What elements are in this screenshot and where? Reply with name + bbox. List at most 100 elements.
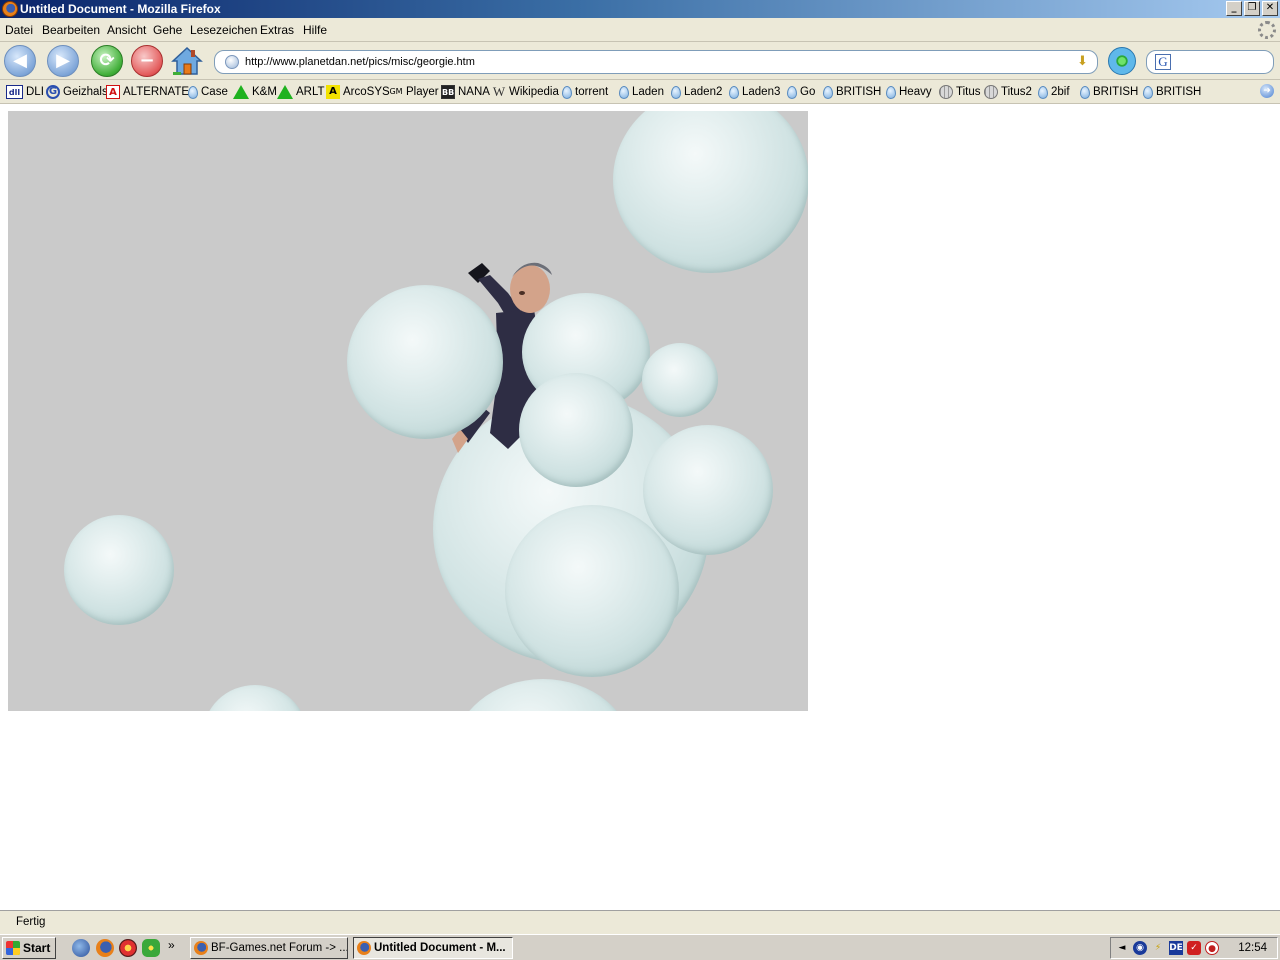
antivirus-icon[interactable]: ✓	[1187, 941, 1201, 955]
status-bar: Fertig	[0, 910, 1280, 934]
back-button[interactable]: ◀	[4, 45, 36, 77]
bubble	[613, 111, 808, 273]
quicklaunch-media-icon[interactable]	[119, 939, 137, 957]
bookmark-british-3[interactable]: BRITISH	[1143, 84, 1201, 100]
back-arrow-icon: ◀	[13, 50, 27, 71]
bookmark-laden3[interactable]: Laden3	[729, 84, 780, 100]
bookmark-laden2[interactable]: Laden2	[671, 84, 722, 100]
firefox-icon	[2, 1, 18, 17]
bubble	[347, 285, 503, 439]
stop-button[interactable]: −	[131, 45, 163, 77]
bookmark-british[interactable]: BRITISH	[823, 84, 881, 100]
menu-ansicht[interactable]: Ansicht	[107, 23, 146, 37]
windows-logo-icon	[6, 941, 20, 955]
bookmark-case[interactable]: Case	[188, 84, 228, 100]
pin-icon	[1080, 85, 1090, 99]
gm-icon: GM	[389, 87, 403, 96]
pin-icon	[823, 85, 833, 99]
menu-bearbeiten[interactable]: Bearbeiten	[42, 23, 100, 37]
bookmark-go[interactable]: Go	[787, 84, 815, 100]
bookmark-heavy[interactable]: Heavy	[886, 84, 932, 100]
quicklaunch-app-icon[interactable]	[72, 939, 90, 957]
menu-gehe[interactable]: Gehe	[153, 23, 182, 37]
navigation-toolbar: ◀ ▶ ⟳ − http://www.planetdan.net/pics/mi…	[0, 42, 1280, 80]
bookmark-wikipedia[interactable]: W Wikipedia	[492, 84, 559, 100]
menu-bar: Datei Bearbeiten Ansicht Gehe Lesezeiche…	[0, 18, 1280, 42]
bookmark-player[interactable]: GM Player	[389, 84, 438, 100]
bookmark-british-2[interactable]: BRITISH	[1080, 84, 1138, 100]
bubble	[642, 343, 718, 417]
bookmark-alternate[interactable]: A ALTERNATE	[106, 84, 189, 100]
power-icon[interactable]: ⚡	[1151, 941, 1165, 955]
bookmarks-overflow-icon[interactable]: ➜	[1260, 84, 1274, 98]
maximize-button[interactable]: ❐	[1244, 1, 1260, 16]
forward-button[interactable]: ▶	[47, 45, 79, 77]
bookmark-2bif[interactable]: 2bif	[1038, 84, 1070, 100]
bookmark-torrent[interactable]: torrent	[562, 84, 608, 100]
go-button[interactable]	[1108, 47, 1136, 75]
window-controls: _ ❐ ✕	[1226, 1, 1278, 16]
page-icon	[225, 55, 239, 69]
google-icon[interactable]: G	[1155, 54, 1171, 70]
dropdown-arrow-icon[interactable]: ⬇	[1077, 55, 1091, 69]
minimize-button[interactable]: _	[1226, 1, 1242, 16]
menu-datei[interactable]: Datei	[5, 23, 33, 37]
pin-icon	[562, 85, 572, 99]
volume-icon[interactable]: ◄	[1115, 941, 1129, 955]
network-icon[interactable]: ◉	[1133, 941, 1147, 955]
pin-icon	[1143, 85, 1153, 99]
pin-icon	[671, 85, 681, 99]
address-bar[interactable]: http://www.planetdan.net/pics/misc/georg…	[214, 50, 1098, 74]
quicklaunch-firefox-icon[interactable]	[96, 939, 114, 957]
triangle-icon	[233, 85, 249, 99]
alternate-icon: A	[106, 85, 120, 99]
throbber-icon	[1258, 21, 1276, 39]
bookmark-arlt[interactable]: ARLT	[277, 84, 325, 100]
language-indicator[interactable]: DE	[1169, 941, 1183, 955]
firefox-icon	[357, 941, 371, 955]
address-url[interactable]: http://www.planetdan.net/pics/misc/georg…	[245, 56, 475, 68]
triangle-icon	[277, 85, 293, 99]
search-bar[interactable]: G	[1146, 50, 1274, 74]
bookmark-geizhals[interactable]: G Geizhals	[46, 84, 108, 100]
pin-icon	[886, 85, 896, 99]
window-title: Untitled Document - Mozilla Firefox	[20, 2, 221, 16]
menu-lesezeichen[interactable]: Lesezeichen	[190, 23, 257, 37]
bubble	[505, 505, 679, 677]
bookmark-laden[interactable]: Laden	[619, 84, 664, 100]
quicklaunch-overflow[interactable]: »	[168, 938, 175, 952]
window-titlebar[interactable]: Untitled Document - Mozilla Firefox _ ❐ …	[0, 0, 1280, 18]
menu-hilfe[interactable]: Hilfe	[303, 23, 327, 37]
bubble	[453, 679, 633, 711]
bookmark-nana[interactable]: BB NANA	[441, 84, 490, 100]
pin-icon	[729, 85, 739, 99]
menu-extras[interactable]: Extras	[260, 23, 294, 37]
system-tray: ◄ ◉ ⚡ DE ✓ ● 12:54	[1110, 937, 1278, 959]
pin-icon	[787, 85, 797, 99]
bookmark-arcosys[interactable]: A ArcoSYS	[326, 84, 390, 100]
animation-stage	[8, 111, 808, 711]
firefox-icon	[194, 941, 208, 955]
status-icon[interactable]: ●	[1205, 941, 1219, 955]
bookmark-titus2[interactable]: Titus2	[984, 84, 1032, 100]
close-button[interactable]: ✕	[1262, 1, 1278, 16]
status-text: Fertig	[16, 916, 46, 928]
quicklaunch-icq-icon[interactable]	[142, 939, 160, 957]
taskbar: Start » BF-Games.net Forum -> ... Untitl…	[0, 934, 1280, 960]
task-bf-games-forum[interactable]: BF-Games.net Forum -> ...	[190, 937, 348, 959]
task-untitled-document[interactable]: Untitled Document - M...	[353, 937, 513, 959]
bookmark-titus[interactable]: Titus	[939, 84, 981, 100]
geizhals-icon: G	[46, 85, 60, 99]
dli-icon: dll	[6, 85, 23, 99]
bookmark-dli[interactable]: dll DLI	[6, 84, 44, 100]
bookmark-km[interactable]: K&M	[233, 84, 277, 100]
arcosys-icon: A	[326, 85, 340, 99]
bubble	[64, 515, 174, 625]
globe-icon	[939, 85, 953, 99]
bubble	[643, 425, 773, 555]
start-button[interactable]: Start	[2, 937, 56, 959]
reload-button[interactable]: ⟳	[91, 45, 123, 77]
home-button[interactable]	[171, 46, 203, 76]
bookmarks-toolbar: dll DLI G Geizhals A ALTERNATE Case K&M …	[0, 80, 1280, 104]
bubble	[203, 685, 307, 711]
